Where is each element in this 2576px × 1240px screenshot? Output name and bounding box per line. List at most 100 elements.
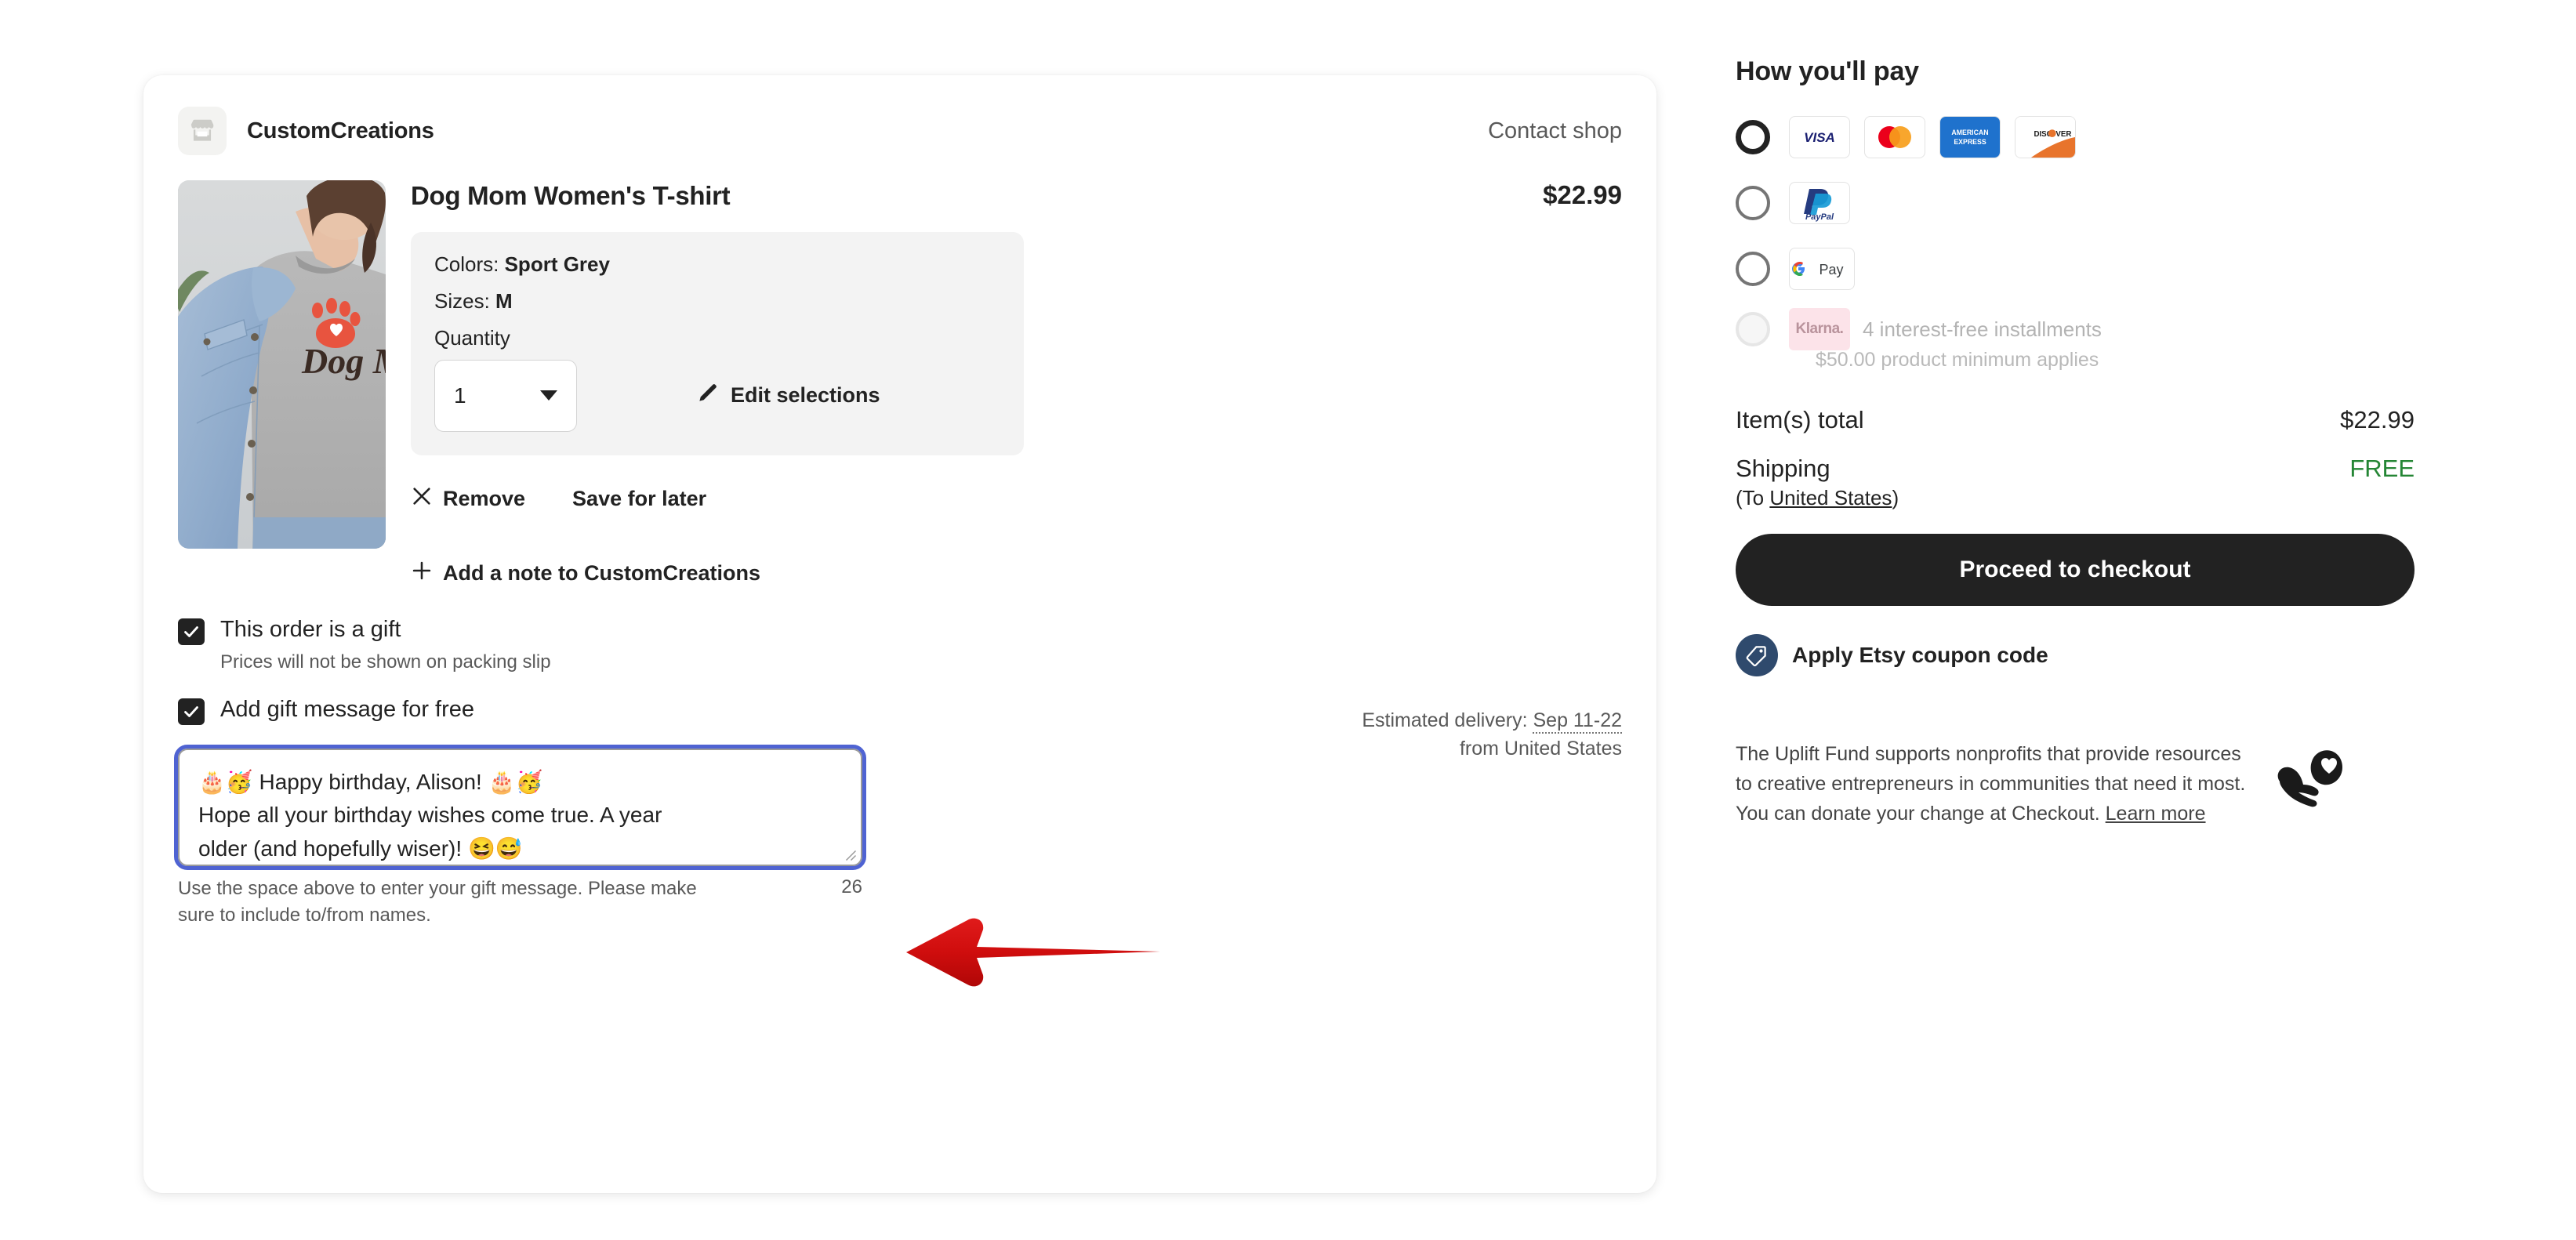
mastercard-logo (1864, 116, 1925, 158)
paypal-logo: PayPal (1789, 182, 1850, 224)
shipping-destination: (To United States) (1736, 486, 2415, 510)
add-note-button[interactable]: Add a note to CustomCreations (411, 560, 1622, 587)
chevron-down-icon (540, 390, 557, 401)
shipping-row: Shipping FREE (1736, 455, 2415, 483)
shipping-value: FREE (2349, 455, 2415, 482)
apply-coupon-button[interactable]: Apply Etsy coupon code (1736, 634, 2415, 676)
quantity-select[interactable]: 1 (434, 359, 577, 432)
gift-order-label: This order is a gift (220, 616, 401, 642)
radio-klarna (1736, 312, 1770, 346)
ship-to-suffix: ) (1892, 486, 1899, 509)
svg-text:AMERICAN: AMERICAN (1951, 129, 1988, 136)
save-for-later-label: Save for later (572, 486, 707, 510)
close-x-icon (411, 485, 443, 513)
uplift-fund-text: The Uplift Fund supports nonprofits that… (1736, 739, 2261, 828)
svg-text:VISA: VISA (1804, 130, 1835, 145)
items-total-value: $22.99 (2340, 406, 2415, 433)
cart-page: CustomCreations Contact shop Dog Dog Mom… (0, 0, 2576, 1240)
radio-paypal[interactable] (1736, 186, 1770, 220)
gift-message-line: older (and hopefully wiser)! 😆😅 (198, 836, 523, 861)
klarna-badge-label: Klarna. (1795, 321, 1844, 337)
remove-label: Remove (443, 486, 526, 510)
product-details: Dog Mom Women's T-shirt $22.99 Colors: S… (411, 180, 1622, 760)
quantity-value: 1 (454, 383, 466, 408)
item-actions: Remove Save for later (411, 485, 1622, 513)
remove-button[interactable]: Remove (411, 485, 525, 513)
edit-selections-label: Edit selections (731, 383, 880, 408)
payment-heading: How you'll pay (1736, 56, 1919, 86)
hand-heart-icon (2272, 747, 2344, 817)
apply-coupon-label: Apply Etsy coupon code (1792, 643, 2048, 667)
plus-icon (411, 560, 443, 587)
gift-message-label: Add gift message for free (220, 696, 474, 722)
checkout-sidebar: How you'll pay VISA AMERICAN EXPRESS DIS… (1736, 56, 2415, 828)
svg-text:EXPRESS: EXPRESS (1954, 138, 1986, 146)
radio-credit-card[interactable] (1736, 120, 1770, 154)
klarna-label: 4 interest-free installments (1863, 317, 2102, 341)
svg-text:Pay: Pay (1819, 262, 1843, 277)
proceed-to-checkout-button[interactable]: Proceed to checkout (1736, 534, 2415, 606)
uplift-learn-more-link[interactable]: Learn more (2106, 803, 2206, 825)
storefront-icon (178, 107, 227, 155)
payment-option-klarna: Klarna. 4 interest-free installments (1736, 306, 2415, 352)
order-summary: Item(s) total $22.99 Shipping FREE (To U… (1736, 406, 2415, 510)
estimated-delivery: Estimated delivery: Sep 11-22 from Unite… (1362, 707, 1622, 763)
gift-message-field-wrap: 🎂🥳 Happy birthday, Alison! 🎂🥳 Hope all y… (174, 744, 866, 929)
svg-text:VER: VER (2055, 130, 2071, 139)
variation-colors: Colors: Sport Grey (434, 252, 1000, 277)
items-total-label: Item(s) total (1736, 406, 1864, 433)
svg-text:Dog M: Dog M (301, 341, 386, 381)
ship-to-prefix: (To (1736, 486, 1770, 509)
contact-shop-link[interactable]: Contact shop (1488, 118, 1622, 144)
delivery-prefix: Estimated delivery: (1362, 709, 1528, 731)
variation-sizes: Sizes: M (434, 289, 1000, 314)
add-note-label: Add a note to CustomCreations (443, 560, 761, 585)
payment-option-paypal[interactable]: PayPal (1736, 175, 2415, 231)
uplift-fund-block: The Uplift Fund supports nonprofits that… (1736, 739, 2415, 828)
gift-message-char-count: 26 (841, 876, 862, 897)
discover-logo: DISC VER (2015, 116, 2076, 158)
klarna-minimum-note: $50.00 product minimum applies (1816, 349, 2099, 371)
cart-item-card: CustomCreations Contact shop Dog Dog Mom… (143, 75, 1656, 1193)
variations-panel: Colors: Sport Grey Sizes: M Quantity 1 E… (411, 231, 1024, 455)
edit-selections-button[interactable]: Edit selections (696, 381, 880, 410)
resize-handle-icon[interactable] (843, 847, 857, 861)
gift-options: This order is a gift Prices will not be … (174, 615, 1622, 929)
sizes-value: M (495, 288, 513, 313)
shipping-label: Shipping (1736, 455, 1830, 482)
product-price: $22.99 (1543, 180, 1622, 209)
klarna-logo: Klarna. (1789, 308, 1850, 350)
delivery-date[interactable]: Sep 11-22 (1533, 709, 1622, 734)
pencil-icon (696, 381, 731, 410)
visa-logo: VISA (1789, 116, 1850, 158)
ship-to-country[interactable]: United States (1769, 486, 1892, 509)
product-thumbnail[interactable]: Dog M (178, 180, 386, 549)
product-title[interactable]: Dog Mom Women's T-shirt (411, 180, 731, 212)
quantity-label: Quantity (434, 325, 510, 350)
amex-logo: AMERICAN EXPRESS (1939, 116, 2001, 158)
gift-message-checkbox[interactable] (178, 698, 205, 725)
delivery-origin: from United States (1459, 737, 1622, 760)
colors-label: Colors: (434, 252, 499, 276)
gift-order-checkbox[interactable] (178, 618, 205, 645)
svg-text:PayPal: PayPal (1805, 212, 1834, 222)
tag-icon (1736, 634, 1778, 676)
gift-message-line: Hope all your birthday wishes come true.… (198, 803, 662, 828)
radio-google-pay[interactable] (1736, 252, 1770, 286)
gift-message-helper: Use the space above to enter your gift m… (178, 877, 697, 926)
google-pay-logo: Pay (1789, 248, 1855, 290)
save-for-later-button[interactable]: Save for later (572, 487, 706, 511)
gift-message-textarea[interactable]: 🎂🥳 Happy birthday, Alison! 🎂🥳 Hope all y… (174, 744, 866, 870)
payment-option-google-pay[interactable]: Pay (1736, 241, 2415, 297)
payment-option-credit-card[interactable]: VISA AMERICAN EXPRESS DISC VER (1736, 109, 2415, 165)
colors-value: Sport Grey (504, 252, 610, 276)
gift-order-row[interactable]: This order is a gift (178, 615, 1622, 645)
gift-message-line: 🎂🥳 Happy birthday, Alison! 🎂🥳 (198, 769, 543, 794)
shop-header: CustomCreations Contact shop (178, 105, 1622, 157)
shop-name[interactable]: CustomCreations (247, 118, 434, 144)
sizes-label: Sizes: (434, 288, 490, 313)
product-row: Dog M Dog Mom Women's T-shirt $22.99 Col… (178, 180, 1622, 760)
gift-order-sublabel: Prices will not be shown on packing slip (220, 651, 551, 673)
items-total-row: Item(s) total $22.99 (1736, 406, 2415, 434)
payment-options: VISA AMERICAN EXPRESS DISC VER PayPal Pa… (1736, 109, 2415, 372)
